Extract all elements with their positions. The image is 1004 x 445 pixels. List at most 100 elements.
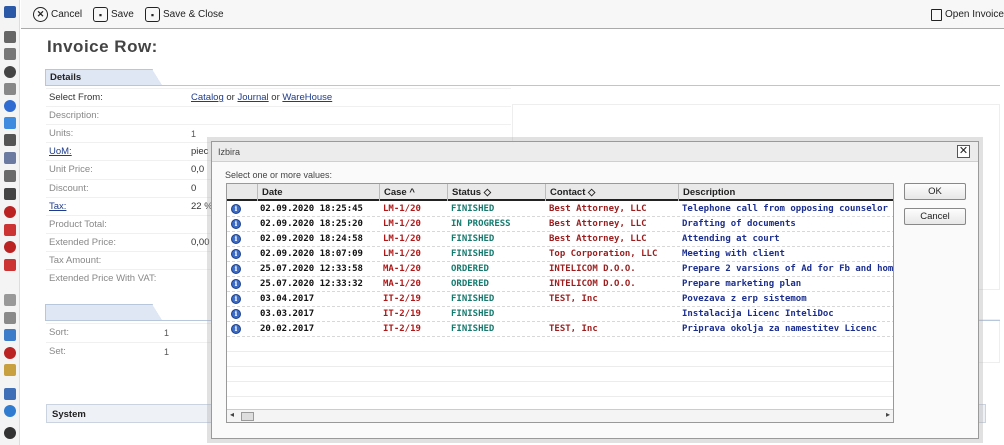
- cell-status: IN PROGRESS: [451, 219, 511, 229]
- tab-second-section[interactable]: [45, 304, 162, 320]
- stack-icon[interactable]: [4, 329, 16, 341]
- group-red-icon-2[interactable]: [4, 259, 16, 271]
- binoculars-icon[interactable]: [4, 6, 16, 18]
- globe-icon[interactable]: [4, 405, 16, 417]
- row-info-icon[interactable]: i: [231, 204, 241, 214]
- sort-label: Sort:: [49, 327, 70, 338]
- dialog-header[interactable]: Izbira ✕: [212, 142, 978, 162]
- description-row: Description:: [46, 106, 511, 124]
- col-description-header[interactable]: Description: [679, 184, 893, 201]
- col-status-label: Status: [452, 187, 482, 198]
- folder-star-icon[interactable]: [4, 152, 16, 164]
- sort-field[interactable]: 1: [164, 328, 169, 338]
- col-status-header[interactable]: Status ◇: [448, 184, 546, 201]
- scroll-left-icon[interactable]: ◂: [230, 410, 234, 419]
- discount-field[interactable]: 0: [191, 183, 196, 194]
- col-description-label: Description: [683, 187, 736, 198]
- cell-case: LM-1/20: [383, 234, 421, 244]
- table-row[interactable]: i 02.09.2020 18:25:20 LM-1/20 IN PROGRESS Be…: [227, 217, 893, 232]
- cancel-button[interactable]: ✕ Cancel: [33, 6, 82, 23]
- cell-contact: TEST, Inc: [549, 324, 598, 334]
- table-row[interactable]: i 02.09.2020 18:25:45 LM-1/20 FINISHED Best …: [227, 202, 893, 217]
- row-info-icon[interactable]: i: [231, 219, 241, 229]
- user-icon[interactable]: [4, 66, 16, 78]
- empty-row: [227, 337, 893, 352]
- col-contact-header[interactable]: Contact ◇: [546, 184, 679, 201]
- cell-case: LM-1/20: [383, 204, 421, 214]
- cell-status: FINISHED: [451, 204, 495, 214]
- cell-description: Prepare marketing plan: [682, 279, 802, 289]
- mail-icon[interactable]: [4, 31, 16, 43]
- table-row[interactable]: i 25.07.2020 12:33:32 MA-1/20 ORDERED INTELI…: [227, 277, 893, 292]
- folder-gear-icon[interactable]: [4, 312, 16, 324]
- refresh-icon[interactable]: [4, 100, 16, 112]
- table-row[interactable]: i 02.09.2020 18:24:58 LM-1/20 FINISHED Best …: [227, 232, 893, 247]
- col-case-header[interactable]: Case ^: [380, 184, 448, 201]
- cell-case: MA-1/20: [383, 264, 421, 274]
- close-icon: ✕: [33, 7, 48, 22]
- warehouse-link[interactable]: WareHouse: [282, 92, 332, 103]
- cell-description: Telephone call from opposing counselor: [682, 204, 888, 214]
- row-info-icon[interactable]: i: [231, 309, 241, 319]
- cell-date: 03.03.2017: [260, 309, 315, 319]
- folder-icon[interactable]: [4, 294, 16, 306]
- cell-description: Povezava z erp sistemom: [682, 294, 807, 304]
- units-row: Units: 1: [46, 124, 511, 142]
- scroll-right-icon[interactable]: ▸: [886, 410, 890, 419]
- empty-row: [227, 367, 893, 382]
- cell-status: FINISHED: [451, 324, 495, 334]
- info-icon[interactable]: [4, 427, 16, 439]
- badge-red-icon[interactable]: [4, 206, 16, 218]
- unit-price-label: Unit Price:: [49, 164, 93, 175]
- set-field[interactable]: 1: [164, 347, 169, 357]
- dialog-cancel-button[interactable]: Cancel: [904, 208, 966, 225]
- scrollbar-thumb[interactable]: [241, 412, 254, 421]
- save-button[interactable]: ▪ Save: [93, 6, 134, 23]
- select-from-row: Select From: Catalog or Journal or WareH…: [46, 88, 511, 106]
- horizontal-scrollbar[interactable]: ◂ ▸: [227, 409, 893, 422]
- unit-price-field[interactable]: 0,0: [191, 164, 204, 175]
- shield-icon[interactable]: [4, 134, 16, 146]
- cell-date: 02.09.2020 18:24:58: [260, 234, 363, 244]
- uom-link[interactable]: UoM:: [49, 146, 72, 157]
- table-row[interactable]: i 02.09.2020 18:07:09 LM-1/20 FINISHED Top C…: [227, 247, 893, 262]
- badge-red-icon-3[interactable]: [4, 347, 16, 359]
- folder-open-icon[interactable]: [4, 364, 16, 376]
- sort-asc-icon: ^: [409, 187, 415, 198]
- ok-button[interactable]: OK: [904, 183, 966, 200]
- col-case-label: Case: [384, 187, 407, 198]
- open-invoice-button[interactable]: Open Invoice: [931, 6, 1004, 23]
- row-info-icon[interactable]: i: [231, 249, 241, 259]
- table-row[interactable]: i 20.02.2017 IT-2/19 FINISHED TEST, Inc Pripr…: [227, 322, 893, 337]
- row-info-icon[interactable]: i: [231, 264, 241, 274]
- table-row[interactable]: i 25.07.2020 12:33:58 MA-1/20 ORDERED INTELI…: [227, 262, 893, 277]
- grid-icon[interactable]: [4, 188, 16, 200]
- row-info-icon[interactable]: i: [231, 324, 241, 334]
- clipboard-icon[interactable]: [4, 83, 16, 95]
- save-close-button[interactable]: ▪ Save & Close: [145, 6, 224, 23]
- group-red-icon[interactable]: [4, 224, 16, 236]
- journal-link[interactable]: Journal: [237, 92, 268, 103]
- tab-details[interactable]: Details: [45, 69, 162, 85]
- table-row[interactable]: i 03.04.2017 IT-2/19 FINISHED TEST, Inc Povez…: [227, 292, 893, 307]
- units-field[interactable]: 1: [191, 129, 196, 139]
- cell-status: ORDERED: [451, 279, 489, 289]
- row-info-icon[interactable]: i: [231, 279, 241, 289]
- tax-field[interactable]: 22 %: [191, 201, 213, 212]
- calendar-icon[interactable]: [4, 48, 16, 60]
- open-invoice-label: Open Invoice: [945, 9, 1004, 20]
- lock-icon[interactable]: [4, 117, 16, 129]
- table-row[interactable]: i 03.03.2017 IT-2/19 FINISHED Instalacija Li…: [227, 307, 893, 322]
- page-title: Invoice Row:: [47, 37, 158, 56]
- tax-link[interactable]: Tax:: [49, 201, 66, 212]
- col-date-header[interactable]: Date: [258, 184, 380, 201]
- row-info-icon[interactable]: i: [231, 234, 241, 244]
- dialog-close-button[interactable]: ✕: [957, 145, 970, 158]
- row-info-icon[interactable]: i: [231, 294, 241, 304]
- badge-red-icon-2[interactable]: [4, 241, 16, 253]
- catalog-link[interactable]: Catalog: [191, 92, 224, 103]
- monitor-icon[interactable]: [4, 388, 16, 400]
- values-grid: Date Case ^ Status ◇ Contact ◇ Descripti…: [226, 183, 894, 423]
- window-icon[interactable]: [4, 170, 16, 182]
- uom-field[interactable]: piec: [191, 146, 208, 157]
